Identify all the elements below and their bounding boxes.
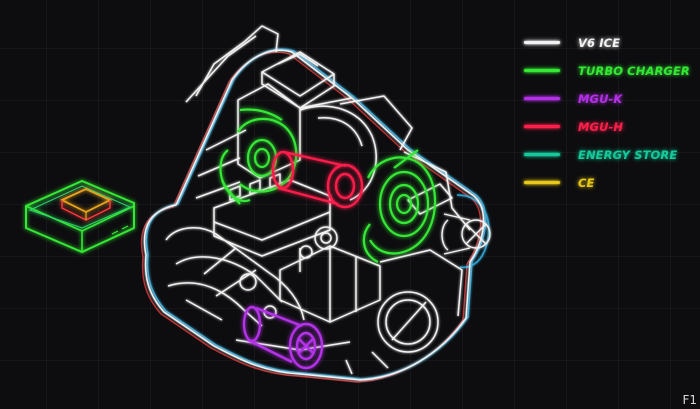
legend-swatch	[524, 69, 560, 72]
legend-item-mgu-k: MGU-K	[524, 89, 700, 108]
corner-tag: F1	[682, 393, 697, 407]
energy-store-unit	[25, 179, 135, 254]
legend-label: MGU-H	[578, 119, 624, 134]
legend-item-turbo-charger: TURBO CHARGER	[524, 61, 700, 80]
legend-item-energy-store: ENERGY STORE	[524, 145, 700, 164]
legend-swatch	[524, 41, 560, 44]
legend-item-ce: CE	[524, 173, 700, 192]
legend: V6 ICE TURBO CHARGER MGU-K MGU-H ENERGY …	[524, 33, 700, 192]
legend-label: MGU-K	[578, 91, 623, 106]
turbo-charger-right	[362, 149, 437, 263]
ce-unit	[59, 188, 113, 221]
legend-swatch	[524, 153, 560, 156]
legend-swatch	[524, 125, 560, 128]
legend-label: V6 ICE	[578, 35, 621, 50]
legend-label: CE	[578, 175, 595, 190]
legend-label: TURBO CHARGER	[578, 63, 690, 78]
legend-label: ENERGY STORE	[578, 147, 678, 162]
mgu-k-unit	[242, 305, 324, 370]
legend-swatch	[524, 97, 560, 100]
legend-item-mgu-h: MGU-H	[524, 117, 700, 136]
legend-swatch	[524, 181, 560, 184]
legend-item-v6-ice: V6 ICE	[524, 33, 700, 52]
